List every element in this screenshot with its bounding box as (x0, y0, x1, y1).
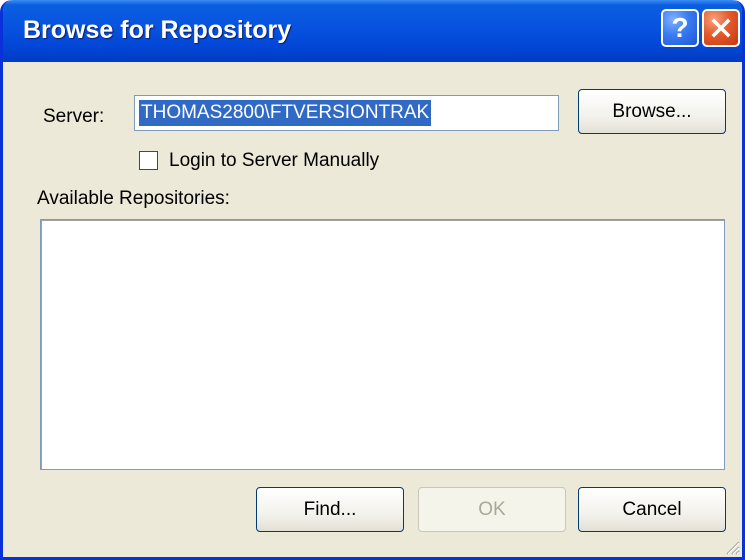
server-label: Server: (43, 106, 105, 127)
window-title: Browse for Repository (23, 16, 292, 44)
close-x-icon (711, 18, 731, 38)
browse-repository-dialog: Browse for Repository ? Server: THOMAS28… (0, 0, 745, 560)
close-button[interactable] (702, 9, 740, 47)
help-button[interactable]: ? (661, 9, 699, 47)
resize-grip-icon[interactable] (724, 539, 740, 555)
cancel-button[interactable]: Cancel (578, 487, 726, 532)
login-manually-checkbox[interactable] (139, 151, 158, 170)
ok-button[interactable]: OK (418, 487, 566, 532)
browse-button[interactable]: Browse... (578, 89, 726, 134)
dialog-body: Server: THOMAS2800\FTVERSIONTRAK Browse.… (3, 62, 742, 557)
help-icon: ? (671, 12, 689, 43)
repositories-list[interactable] (40, 219, 725, 470)
login-manually-label[interactable]: Login to Server Manually (169, 150, 379, 172)
server-input[interactable]: THOMAS2800\FTVERSIONTRAK (134, 95, 559, 131)
find-button[interactable]: Find... (256, 487, 404, 532)
available-repositories-label: Available Repositories: (37, 188, 230, 209)
title-bar[interactable]: Browse for Repository ? (3, 0, 742, 62)
server-input-value: THOMAS2800\FTVERSIONTRAK (139, 100, 432, 126)
